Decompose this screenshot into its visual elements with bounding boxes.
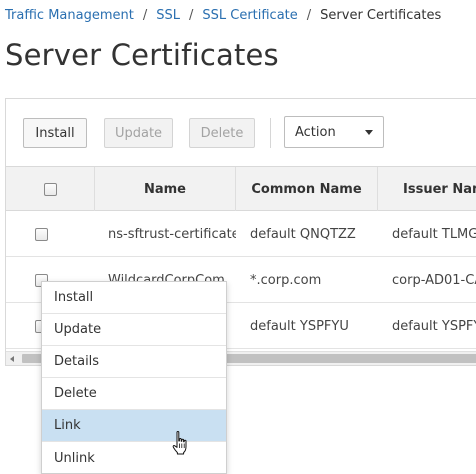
breadcrumb-separator: /	[306, 7, 312, 23]
cell-common-name: *.corp.com	[250, 272, 322, 288]
hand-pointer-cursor-icon	[172, 430, 187, 455]
cell-issuer-name: default TLMGOG	[392, 226, 476, 242]
toolbar-divider	[270, 118, 271, 148]
cell-name: ns-sftrust-certificate	[108, 226, 236, 242]
install-button[interactable]: Install	[23, 118, 87, 148]
column-header-issuer-name[interactable]: Issuer Name	[378, 167, 476, 211]
cell-common-name: default YSPFYU	[250, 318, 349, 334]
breadcrumb-current: Server Certificates	[320, 7, 442, 23]
menu-item-unlink[interactable]: Unlink	[42, 442, 226, 474]
select-all-checkbox[interactable]	[43, 182, 57, 196]
delete-button[interactable]: Delete	[189, 118, 255, 148]
cell-issuer-name: default YSPFYU	[392, 318, 476, 334]
scroll-left-arrow-icon[interactable]	[10, 356, 14, 362]
chevron-down-icon	[365, 130, 373, 135]
menu-item-delete[interactable]: Delete	[42, 378, 226, 410]
breadcrumb-separator: /	[188, 7, 194, 23]
breadcrumb-separator: /	[142, 7, 148, 23]
action-dropdown-label: Action	[295, 124, 336, 140]
select-all-cell	[6, 167, 95, 211]
row-context-menu: Install Update Details Delete Link Unlin…	[41, 281, 227, 474]
column-header-name[interactable]: Name	[95, 167, 236, 211]
menu-item-link[interactable]: Link	[42, 410, 226, 442]
row-select-cell	[6, 211, 95, 257]
breadcrumb-ssl-certificate[interactable]: SSL Certificate	[202, 8, 297, 23]
action-dropdown[interactable]: Action	[284, 116, 384, 148]
table-header: Name Common Name Issuer Name	[6, 167, 476, 211]
breadcrumb-traffic-management[interactable]: Traffic Management	[5, 8, 134, 23]
menu-item-install[interactable]: Install	[42, 282, 226, 314]
page-title: Server Certificates	[5, 38, 279, 72]
breadcrumb-ssl[interactable]: SSL	[156, 8, 180, 23]
breadcrumb: Traffic Management / SSL / SSL Certifica…	[5, 6, 441, 24]
table-row[interactable]: ns-sftrust-certificate default QNQTZZ de…	[6, 211, 476, 257]
row-checkbox[interactable]	[35, 227, 48, 241]
cell-common-name: default QNQTZZ	[250, 226, 356, 242]
menu-item-update[interactable]: Update	[42, 314, 226, 346]
cell-issuer-name: corp-AD01-CA	[392, 272, 476, 288]
toolbar: Install Update Delete Action	[6, 99, 476, 167]
column-header-common-name[interactable]: Common Name	[236, 167, 378, 211]
menu-item-details[interactable]: Details	[42, 346, 226, 378]
update-button[interactable]: Update	[104, 118, 173, 148]
